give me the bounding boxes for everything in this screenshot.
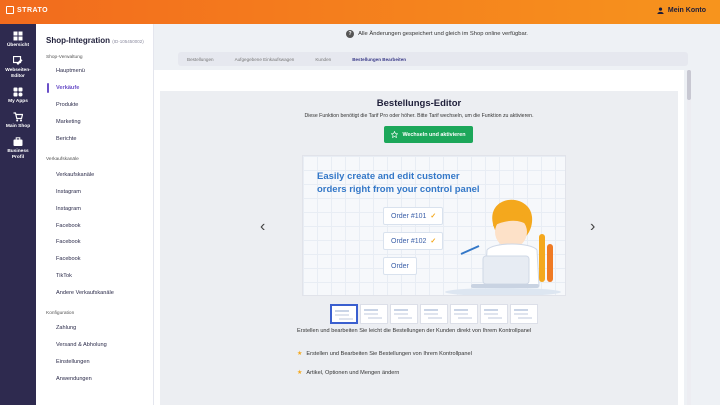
strato-logo[interactable]: STRATO [6, 6, 48, 14]
feature-description: Erstellen und bearbeiten Sie leicht die … [297, 328, 532, 334]
carousel-thumbnail[interactable] [390, 304, 418, 324]
briefcase-icon [13, 137, 23, 146]
carousel-thumbnail[interactable] [480, 304, 508, 324]
user-icon [657, 7, 664, 14]
hero-heading-line-1: Easily create and edit customer [317, 171, 460, 182]
order-card: Order #102 ✓ [383, 232, 443, 250]
sidebar-title: Shop-Integration (ID-105450002) [46, 36, 144, 45]
order-label: Order [391, 262, 409, 270]
top-bar: STRATO Mein Konto [0, 0, 720, 24]
star-icon: ★ [297, 370, 303, 376]
sidebar-item-facebook[interactable]: Facebook [56, 256, 81, 262]
sidebar-title-id: (ID-105450002) [112, 39, 144, 44]
grid-icon [13, 31, 23, 41]
apps-icon [13, 87, 23, 97]
carousel-thumbnail[interactable] [510, 304, 538, 324]
main-content: ? Alle Änderungen gespeichert und gleich… [154, 24, 720, 405]
tab-bestellungen-bearbeiten[interactable]: Bestellungen Bearbeiten [352, 57, 406, 62]
editor-description: Diese Funktion benötigt die Tarif Pro od… [304, 113, 534, 119]
sidebar-item-versand-abholung[interactable]: Versand & Abholung [56, 342, 107, 348]
save-notice: ? Alle Änderungen gespeichert und gleich… [154, 30, 720, 38]
order-card: Order [383, 257, 417, 275]
upgrade-activate-button[interactable]: Wechseln und aktivieren [384, 126, 473, 143]
sidebar-item-produkte[interactable]: Produkte [56, 102, 78, 108]
cart-icon [13, 112, 23, 122]
left-nav: Übersicht Webseiten-Editor My Apps Main … [0, 24, 36, 405]
carousel-thumbnail[interactable] [330, 304, 358, 324]
illustration-person-laptop [445, 199, 561, 295]
sidebar-item-berichte[interactable]: Berichte [56, 136, 77, 142]
sidebar-item-anwendungen[interactable]: Anwendungen [56, 376, 92, 382]
section-label-verkaufskanaele: Verkaufskanäle [46, 157, 79, 162]
nav-label: Webseiten-Editor [5, 68, 31, 79]
carousel-next-button[interactable]: › [590, 219, 595, 235]
editor-box: Bestellungs-Editor Diese Funktion benöti… [160, 91, 678, 405]
star-outline-icon [391, 131, 399, 138]
sidebar-item-hauptmenue[interactable]: Hauptmenü [56, 68, 85, 74]
content-panel: Bestellungs-Editor Diese Funktion benöti… [154, 70, 684, 405]
sidebar-item-zahlung[interactable]: Zahlung [56, 325, 76, 331]
notice-text: Alle Änderungen gespeichert und gleich i… [358, 31, 528, 37]
sidebar-item-verkaufskanaele[interactable]: Verkaufskanäle [56, 172, 94, 178]
carousel-thumbnail[interactable] [360, 304, 388, 324]
sidebar-item-facebook[interactable]: Facebook [56, 223, 81, 229]
check-icon: ✓ [430, 213, 437, 220]
sidebar-item-facebook[interactable]: Facebook [56, 239, 81, 245]
account-menu[interactable]: Mein Konto [657, 7, 706, 14]
order-card: Order #101 ✓ [383, 207, 443, 225]
carousel-thumbnail[interactable] [450, 304, 478, 324]
shop-sidebar: Shop-Integration (ID-105450002) Shop-Ver… [36, 24, 154, 405]
tab-aufgegebene-einkaufswagen[interactable]: Aufgegebene Einkaufswagen [235, 57, 295, 62]
sidebar-title-text: Shop-Integration [46, 36, 110, 45]
order-label: Order #101 [391, 212, 427, 220]
feature-text: Artikel, Optionen und Mengen ändern [306, 369, 400, 376]
nav-label: Main Shop [5, 124, 31, 129]
sidebar-item-andere-verkaufskanaele[interactable]: Andere Verkaufskanäle [56, 290, 114, 296]
feature-text: Erstellen und Bearbeiten Sie Bestellunge… [306, 350, 472, 357]
logo-text: STRATO [17, 6, 49, 14]
logo-icon [6, 6, 14, 14]
section-label-konfiguration: Konfiguration [46, 311, 75, 316]
scrollbar-thumb[interactable] [687, 70, 691, 100]
nav-item-my-apps[interactable]: My Apps [0, 87, 36, 105]
nav-item-uebersicht[interactable]: Übersicht [0, 31, 36, 49]
nav-item-main-shop[interactable]: Main Shop [0, 112, 36, 130]
carousel-thumbnail[interactable] [420, 304, 448, 324]
editor-title: Bestellungs-Editor [376, 98, 462, 109]
carousel-thumbnails [330, 304, 538, 324]
editor-icon [13, 56, 23, 65]
sidebar-item-instagram[interactable]: Instagram [56, 189, 81, 195]
section-label-shop-verwaltung: Shop-Verwaltung [46, 55, 83, 60]
star-icon: ★ [297, 351, 303, 357]
sidebar-item-einstellungen[interactable]: Einstellungen [56, 359, 90, 365]
nav-label: Business Profil [7, 149, 29, 160]
question-icon[interactable]: ? [346, 30, 355, 38]
tab-bestellungen[interactable]: Bestellungen [187, 57, 214, 62]
tab-kunden[interactable]: Kunden [315, 57, 331, 62]
nav-item-business-profil[interactable]: Business Profil [0, 137, 36, 161]
cta-label: Wechseln und aktivieren [402, 131, 466, 138]
carousel-prev-button[interactable]: ‹ [260, 219, 265, 235]
sidebar-item-tiktok[interactable]: TikTok [56, 273, 72, 279]
scrollbar[interactable] [687, 70, 691, 405]
feature-item: ★ Artikel, Optionen und Mengen ändern [297, 369, 400, 377]
nav-label: Übersicht [6, 43, 30, 48]
tab-bar: Bestellungen Aufgegebene Einkaufswagen K… [178, 52, 688, 66]
nav-item-webseiten-editor[interactable]: Webseiten-Editor [0, 56, 36, 80]
account-label: Mein Konto [667, 7, 706, 14]
order-label: Order #102 [391, 237, 427, 245]
feature-item: ★ Erstellen und Bearbeiten Sie Bestellun… [297, 350, 472, 358]
check-icon: ✓ [430, 238, 437, 245]
sidebar-item-instagram[interactable]: Instagram [56, 206, 81, 212]
nav-label: My Apps [8, 99, 28, 104]
sidebar-item-marketing[interactable]: Marketing [56, 119, 81, 125]
carousel-hero-image: Easily create and edit customer orders r… [302, 155, 566, 296]
sidebar-item-verkaeufe[interactable]: Verkäufe [56, 85, 79, 91]
active-indicator [47, 83, 49, 93]
